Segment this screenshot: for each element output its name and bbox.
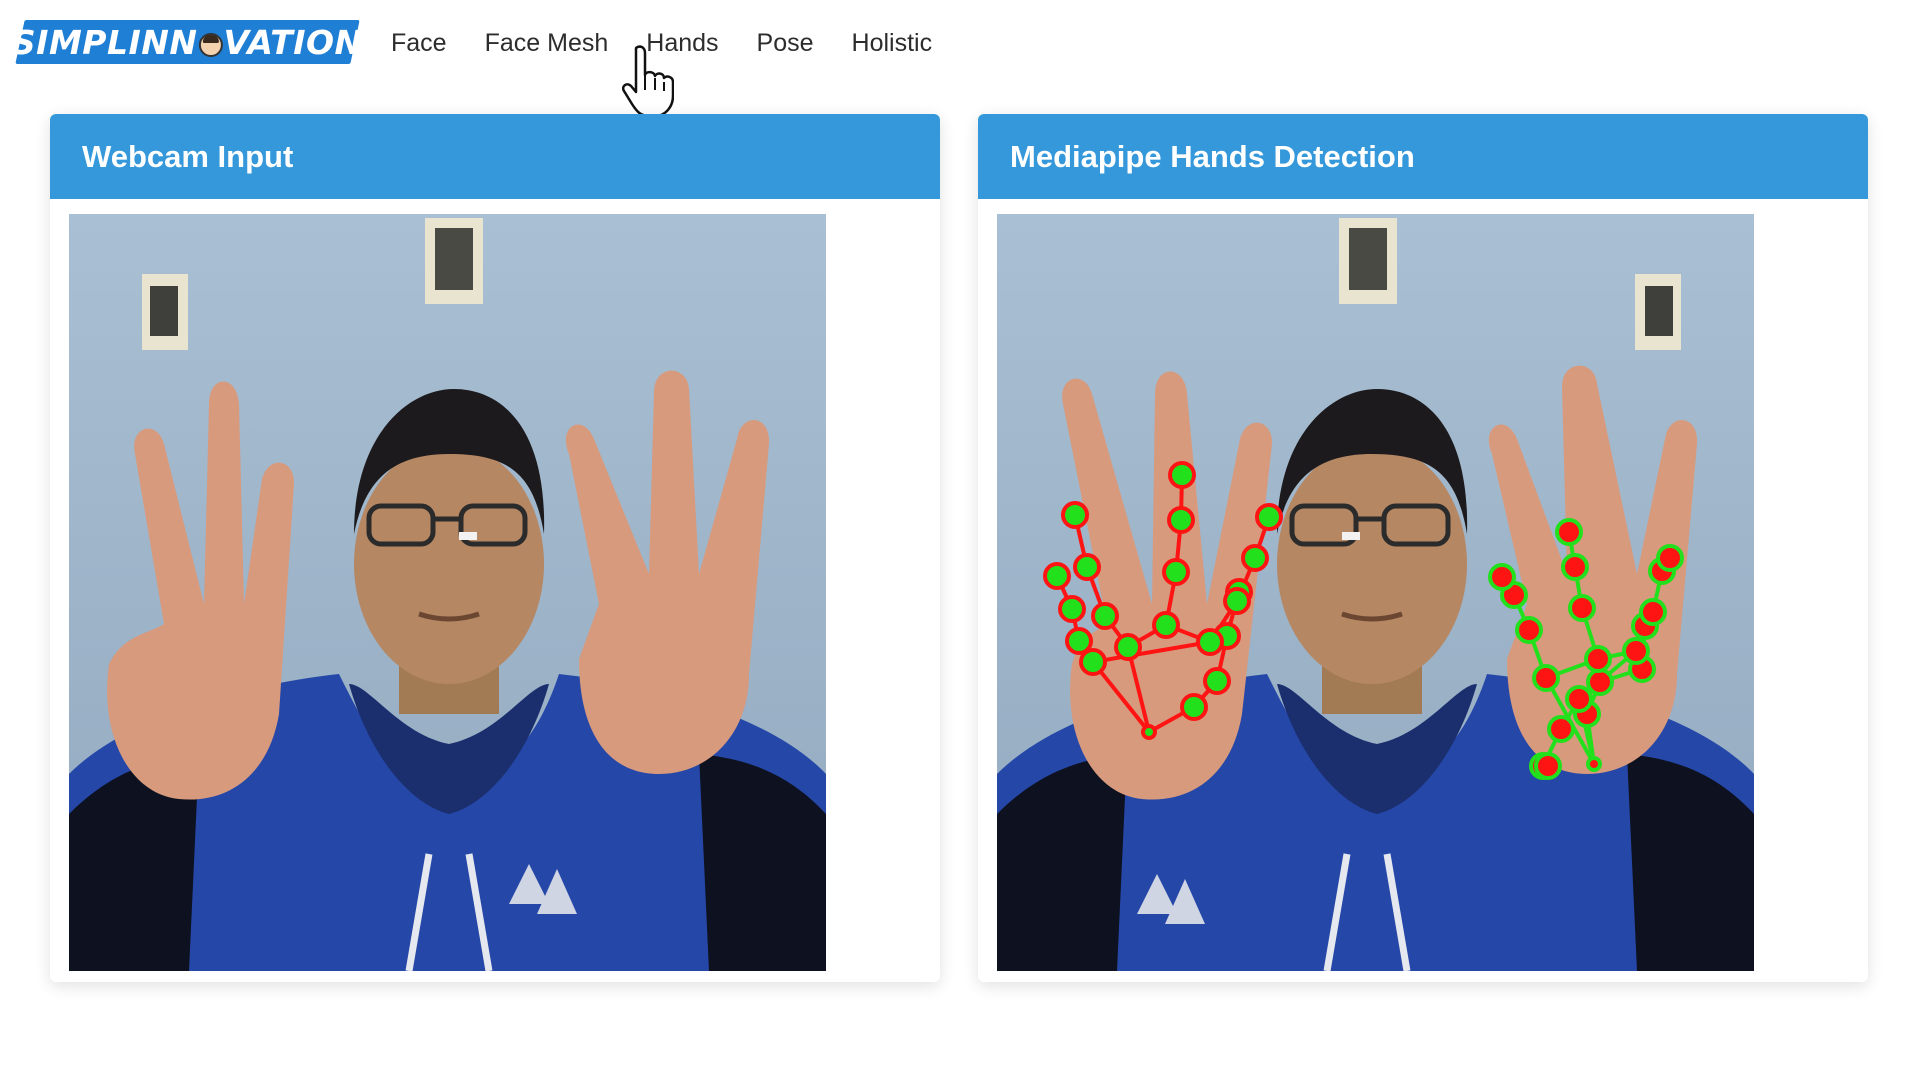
- webcam-video-frame: [69, 214, 826, 971]
- hands-detection-frame: [997, 214, 1754, 971]
- hand-landmark-point: [1639, 598, 1667, 626]
- hand-landmark-point: [1622, 637, 1650, 665]
- hand-landmark-point: [1255, 503, 1283, 531]
- webcam-scene: [69, 214, 826, 971]
- hand-landmark-point: [1061, 501, 1089, 529]
- hand-landmark-point: [1586, 756, 1602, 772]
- hand-landmark-point: [1532, 664, 1560, 692]
- hand-landmark-point: [1162, 558, 1190, 586]
- hand-landmark-point: [1043, 562, 1071, 590]
- hand-landmark-point: [1114, 633, 1142, 661]
- nav-face[interactable]: Face: [372, 26, 466, 60]
- nav-holistic[interactable]: Holistic: [833, 26, 952, 60]
- hand-landmark-point: [1488, 563, 1516, 591]
- hand-landmark-point: [1656, 544, 1684, 572]
- hand-landmark-point: [1065, 627, 1093, 655]
- hand-landmark-point: [1223, 587, 1251, 615]
- brand-logo[interactable]: SIMPLINN VATION: [12, 20, 363, 64]
- hand-landmark-point: [1555, 518, 1583, 546]
- webcam-input-header: Webcam Input: [50, 114, 940, 199]
- hand-landmark-point: [1167, 506, 1195, 534]
- brand-logo-text: SIMPLINN VATION: [12, 22, 363, 62]
- nav-pose[interactable]: Pose: [738, 26, 833, 60]
- hand-landmark-point: [1141, 724, 1157, 740]
- hands-detection-scene: [997, 214, 1754, 971]
- hand-landmark-point: [1547, 715, 1575, 743]
- wall-socket-icon: [425, 218, 483, 304]
- hand-landmark-point: [1203, 667, 1231, 695]
- webcam-input-card: Webcam Input: [50, 114, 940, 982]
- hand-landmark-point: [1058, 595, 1086, 623]
- wall-switch-icon: [142, 274, 188, 350]
- top-navbar: SIMPLINN VATION Face Face Mesh Hands Pose…: [0, 0, 1920, 118]
- hand-landmark-point: [1534, 752, 1562, 780]
- hand-landmark-point: [1196, 628, 1224, 656]
- nav-links: Face Face Mesh Hands Pose Holistic: [372, 26, 951, 60]
- hand-landmark-point: [1586, 668, 1614, 696]
- hands-detection-card: Mediapipe Hands Detection: [978, 114, 1868, 982]
- hand-landmark-point: [1180, 693, 1208, 721]
- hand-landmark-point: [1241, 544, 1269, 572]
- hand-landmark-point: [1561, 553, 1589, 581]
- nav-face-mesh[interactable]: Face Mesh: [466, 26, 628, 60]
- wall-switch-icon: [1635, 274, 1681, 350]
- hand-landmark-point: [1168, 461, 1196, 489]
- avatar-icon: [198, 32, 223, 56]
- hand-landmark-point: [1515, 616, 1543, 644]
- hand-landmark-point: [1565, 685, 1593, 713]
- wall-socket-icon: [1339, 218, 1397, 304]
- hand-landmark-point: [1568, 594, 1596, 622]
- nav-hands[interactable]: Hands: [627, 26, 737, 60]
- hand-landmark-point: [1073, 553, 1101, 581]
- hands-detection-header: Mediapipe Hands Detection: [978, 114, 1868, 199]
- hand-landmark-point: [1584, 645, 1612, 673]
- hand-landmark-point: [1091, 602, 1119, 630]
- hand-landmark-point: [1152, 611, 1180, 639]
